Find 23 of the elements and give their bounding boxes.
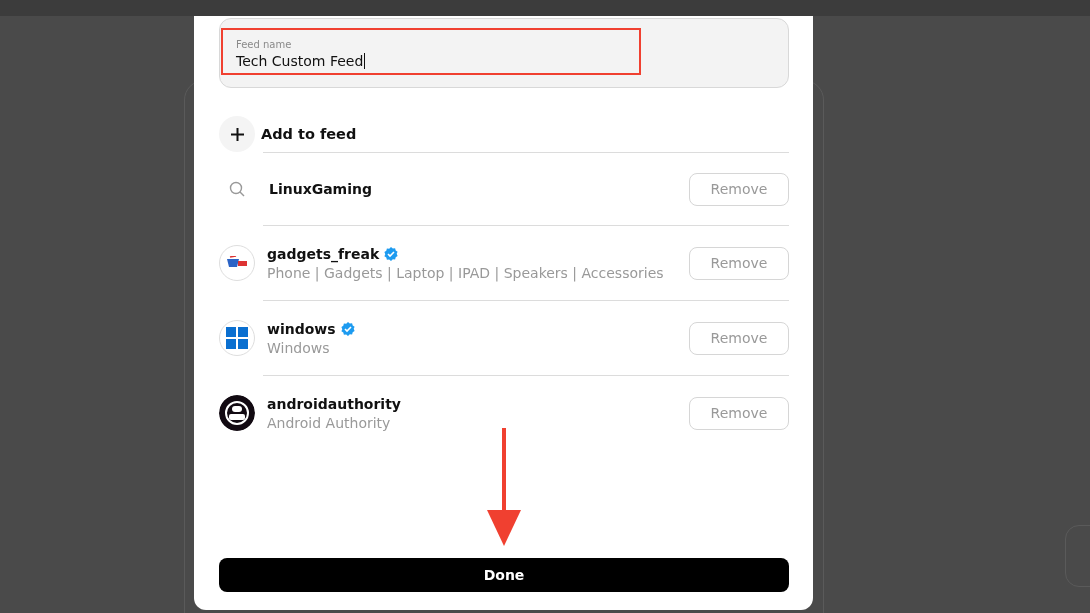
account-name: windows [267,320,336,337]
remove-button[interactable]: Remove [689,396,789,430]
field-label: Feed name [236,39,293,50]
plus-icon [230,127,244,141]
search-icon [229,181,245,197]
verified-badge-icon [340,321,355,336]
account-name: gadgets_freak [267,245,380,262]
robot-logo-icon [219,395,255,431]
account-description: Windows [267,339,331,356]
windows-logo-icon [226,327,248,349]
account-name: androidauthority [267,395,401,412]
account-description: Android Authority [267,414,392,431]
remove-button[interactable]: Remove [689,172,789,206]
add-to-feed-button[interactable]: Add to feed [219,116,357,152]
remove-button[interactable]: Remove [689,246,789,280]
account-description: Phone | Gadgets | Laptop | IPAD | Speakers | Accessories [267,264,665,281]
field-value: Tech Custom Feed [236,53,366,69]
feed-name-field[interactable]: Feed name Tech Custom Feed [219,18,789,88]
search-term: LinuxGaming [269,181,373,197]
remove-button[interactable]: Remove [689,321,789,355]
basket-logo-icon [226,256,248,270]
done-button[interactable]: Done [219,558,789,592]
verified-badge-icon [384,246,399,261]
